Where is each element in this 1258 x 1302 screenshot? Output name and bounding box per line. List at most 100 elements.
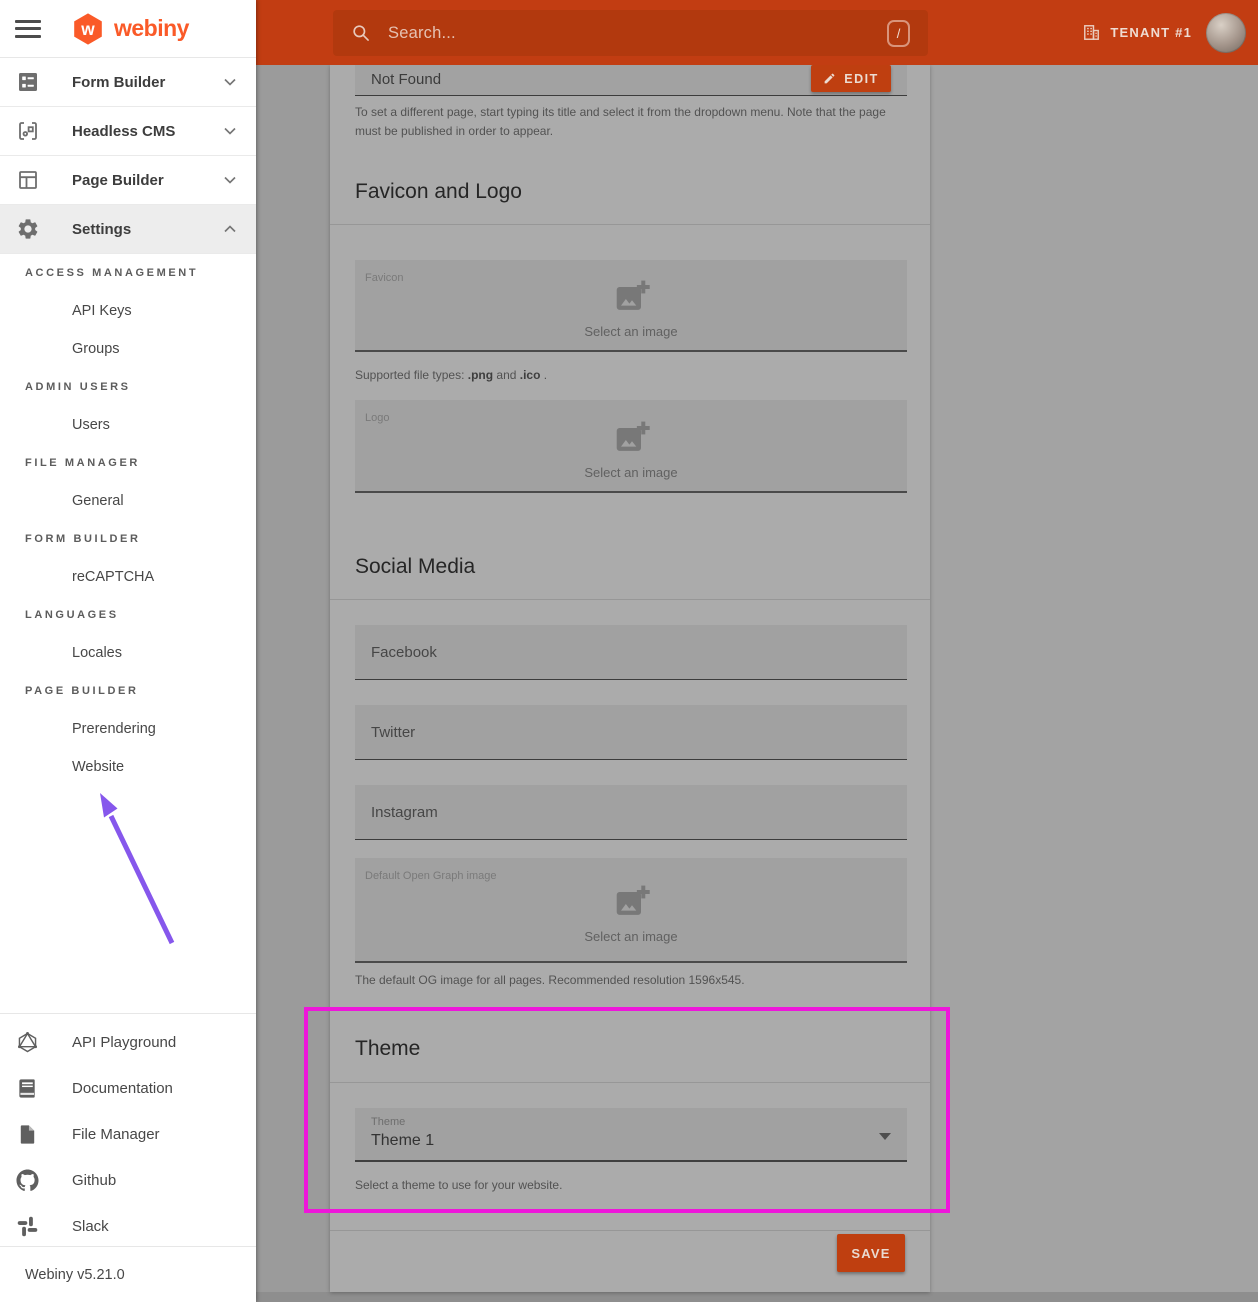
submenu-item-recaptcha[interactable]: reCAPTCHA (0, 558, 256, 596)
top-header: Search... / TENANT #1 (256, 0, 1258, 65)
sidebar-header: w webiny (0, 0, 256, 58)
submenu-section-languages: LANGUAGES (0, 596, 256, 634)
sidebar-item-label: Github (72, 1172, 116, 1189)
sidebar-item-documentation[interactable]: Documentation (0, 1065, 256, 1111)
logo-image-dropzone[interactable]: Logo Select an image (355, 400, 907, 493)
sidebar-item-file-manager[interactable]: File Manager (0, 1111, 256, 1157)
facebook-input-label: Facebook (371, 644, 437, 661)
settings-gear-icon (16, 217, 40, 241)
theme-select-value: Theme 1 (371, 1132, 891, 1150)
content-bottom-strip (256, 1292, 1258, 1302)
submenu-item-website[interactable]: Website (0, 748, 256, 786)
og-image-field-label: Default Open Graph image (365, 870, 496, 882)
favicon-logo-section-title: Favicon and Logo (330, 160, 930, 225)
submenu-section-access-management: ACCESS MANAGEMENT (0, 254, 256, 292)
chevron-up-icon (220, 219, 240, 239)
building-icon (1082, 23, 1101, 42)
theme-section-title: Theme (330, 1015, 930, 1083)
submenu-item-general[interactable]: General (0, 482, 256, 520)
sidebar-item-label: Settings (72, 221, 131, 238)
og-helper-text: The default OG image for all pages. Reco… (355, 971, 745, 990)
hamburger-menu-icon[interactable] (15, 15, 41, 42)
select-caret-icon (879, 1133, 891, 1140)
twitter-input[interactable]: Twitter (355, 705, 907, 760)
sidebar-item-label: Headless CMS (72, 123, 175, 140)
sidebar-item-label: Documentation (72, 1080, 173, 1097)
chevron-down-icon (220, 121, 240, 141)
sidebar: w webiny Form Builder Headless CMS Page … (0, 0, 256, 1302)
image-add-icon (611, 882, 651, 922)
og-image-dropzone[interactable]: Default Open Graph image Select an image (355, 858, 907, 963)
settings-submenu: ACCESS MANAGEMENT API Keys Groups ADMIN … (0, 254, 256, 786)
edit-button[interactable]: EDIT (811, 65, 891, 92)
sidebar-bottom-links: API Playground Documentation File Manage… (0, 1013, 256, 1249)
webiny-logo-text: webiny (114, 15, 189, 42)
submenu-section-form-builder: FORM BUILDER (0, 520, 256, 558)
page-builder-icon (16, 168, 40, 192)
favicon-image-dropzone[interactable]: Favicon Select an image (355, 260, 907, 352)
user-avatar[interactable] (1206, 13, 1246, 53)
theme-helper-text: Select a theme to use for your website. (355, 1176, 562, 1195)
submenu-item-users[interactable]: Users (0, 406, 256, 444)
github-icon (16, 1169, 39, 1192)
website-settings-panel: Not Found EDIT To set a different page, … (330, 65, 930, 1292)
facebook-input[interactable]: Facebook (355, 625, 907, 680)
sidebar-item-label: File Manager (72, 1126, 160, 1143)
submenu-item-groups[interactable]: Groups (0, 330, 256, 368)
image-add-icon (611, 277, 651, 317)
webiny-logo[interactable]: w webiny (70, 11, 189, 47)
submenu-item-locales[interactable]: Locales (0, 634, 256, 672)
save-button[interactable]: SAVE (837, 1234, 905, 1272)
content-gutter (256, 65, 330, 1302)
slash-shortcut-badge: / (887, 20, 910, 47)
theme-select-label: Theme (371, 1116, 891, 1128)
not-found-helper-text: To set a different page, start typing it… (355, 103, 903, 140)
search-input[interactable]: Search... / (333, 10, 928, 56)
image-add-icon (611, 418, 651, 458)
sidebar-item-label: Page Builder (72, 172, 164, 189)
sidebar-item-form-builder[interactable]: Form Builder (0, 58, 256, 107)
app-version-label: Webiny v5.21.0 (0, 1246, 256, 1302)
form-builder-icon (16, 70, 40, 94)
select-image-label: Select an image (584, 324, 677, 339)
select-image-label: Select an image (584, 929, 677, 944)
webiny-logo-badge-icon: w (70, 11, 106, 47)
sidebar-item-api-playground[interactable]: API Playground (0, 1019, 256, 1065)
chevron-down-icon (220, 72, 240, 92)
not-found-page-value: Not Found (371, 71, 441, 88)
headless-cms-icon (16, 119, 40, 143)
sidebar-item-github[interactable]: Github (0, 1157, 256, 1203)
pencil-icon (823, 72, 836, 85)
documentation-icon (16, 1077, 39, 1100)
social-media-section-title: Social Media (330, 535, 930, 600)
favicon-helper-text: Supported file types: .png and .ico . (355, 366, 547, 385)
search-icon (351, 23, 371, 43)
submenu-item-api-keys[interactable]: API Keys (0, 292, 256, 330)
submenu-item-prerendering[interactable]: Prerendering (0, 710, 256, 748)
sidebar-item-label: Slack (72, 1218, 109, 1235)
submenu-section-page-builder: PAGE BUILDER (0, 672, 256, 710)
instagram-input[interactable]: Instagram (355, 785, 907, 840)
purple-arrow-annotation (85, 780, 185, 955)
twitter-input-label: Twitter (371, 724, 415, 741)
save-row-divider (330, 1230, 930, 1231)
save-button-label: SAVE (851, 1246, 890, 1261)
favicon-field-label: Favicon (365, 272, 404, 284)
edit-button-label: EDIT (844, 72, 878, 86)
theme-select[interactable]: Theme Theme 1 (355, 1108, 907, 1162)
chevron-down-icon (220, 170, 240, 190)
search-placeholder: Search... (388, 24, 456, 43)
submenu-section-admin-users: ADMIN USERS (0, 368, 256, 406)
file-icon (16, 1123, 39, 1146)
api-playground-icon (16, 1031, 39, 1054)
tenant-label: TENANT #1 (1110, 25, 1192, 40)
sidebar-item-headless-cms[interactable]: Headless CMS (0, 107, 256, 156)
submenu-section-file-manager: FILE MANAGER (0, 444, 256, 482)
sidebar-item-slack[interactable]: Slack (0, 1203, 256, 1249)
logo-field-label: Logo (365, 412, 389, 424)
sidebar-item-settings[interactable]: Settings (0, 205, 256, 254)
sidebar-item-page-builder[interactable]: Page Builder (0, 156, 256, 205)
sidebar-item-label: Form Builder (72, 74, 165, 91)
tenant-selector[interactable]: TENANT #1 (1082, 0, 1192, 65)
svg-text:w: w (80, 19, 95, 39)
